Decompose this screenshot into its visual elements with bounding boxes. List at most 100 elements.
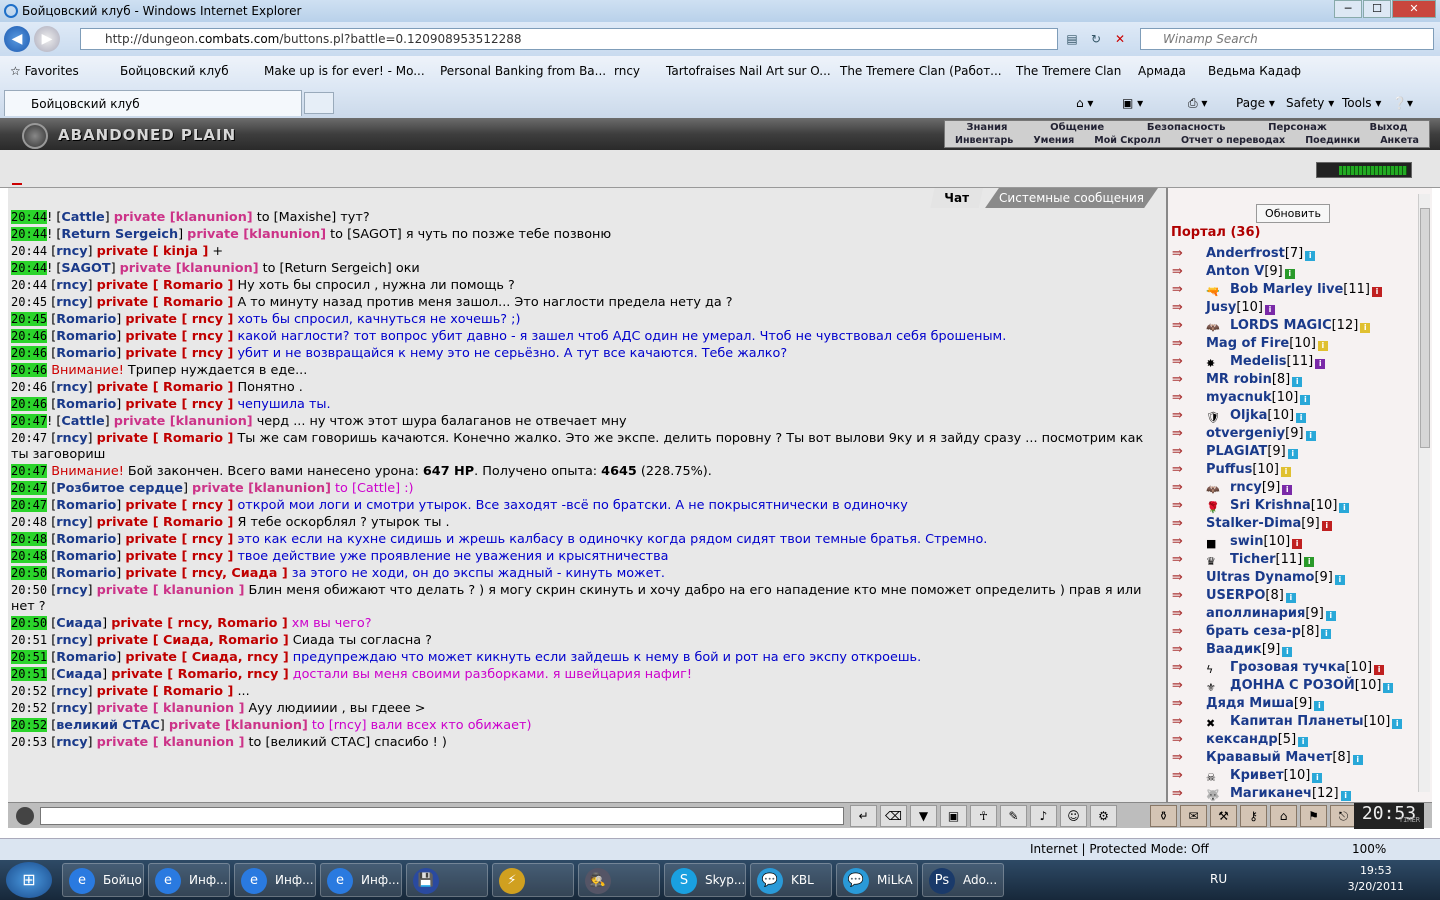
feeds-icon[interactable]: ▣ ▾ [1122, 92, 1143, 114]
message-recipients[interactable]: private [ Romario, rncy ] [111, 667, 288, 682]
message-recipients[interactable]: private [ klanunion ] [97, 583, 245, 598]
message-author[interactable]: Romario [56, 346, 116, 361]
tab-active[interactable]: Бойцовский клуб [4, 90, 302, 116]
user-info-icon[interactable]: i [1298, 737, 1309, 747]
private-message-icon[interactable]: ⇛ [1172, 751, 1196, 765]
user-info-icon[interactable]: i [1383, 683, 1394, 693]
user-name[interactable]: rncy [1230, 480, 1262, 495]
favorites-button[interactable]: ☆ Favorites [10, 64, 79, 78]
message-author[interactable]: rncy [56, 633, 87, 648]
private-message-icon[interactable]: ⇛ [1172, 301, 1196, 315]
menu-transfers[interactable]: Отчет о переводах [1181, 135, 1285, 146]
message-author[interactable]: rncy [56, 684, 87, 699]
private-message-icon[interactable]: ⇛ [1172, 769, 1196, 783]
private-message-icon[interactable]: ⇛ [1172, 697, 1196, 711]
private-message-icon[interactable]: ⇛ [1172, 319, 1196, 333]
taskbar-item[interactable]: e Инф... [148, 863, 230, 897]
message-author[interactable]: Romario [56, 329, 116, 344]
menu-knowledge[interactable]: Знания [966, 122, 1007, 133]
private-message-icon[interactable]: ⇛ [1172, 607, 1196, 621]
menu-character[interactable]: Персонаж [1268, 122, 1327, 133]
save-icon[interactable]: ▣ [940, 805, 967, 827]
message-recipients[interactable]: private [klanunion] [114, 210, 253, 225]
message-time[interactable]: 20:47 [11, 464, 48, 478]
key-icon[interactable]: ⚷ [1240, 805, 1267, 827]
user-info-icon[interactable]: i [1339, 503, 1350, 513]
message-recipients[interactable]: private [ klanunion ] [97, 701, 245, 716]
fav-link-7[interactable]: The Tremere Clan [1016, 64, 1121, 78]
user-info-icon[interactable]: i [1265, 305, 1275, 315]
user-name[interactable]: Anderfrost [1206, 246, 1285, 261]
user-info-icon[interactable]: i [1305, 431, 1316, 441]
message-recipients[interactable]: private [ rncy, Сиада ] [125, 566, 287, 581]
user-name[interactable]: Puffus [1206, 462, 1252, 477]
minimize-button[interactable]: ─ [1334, 0, 1362, 18]
message-author[interactable]: Сиада [56, 616, 102, 631]
flag-icon[interactable]: ⚑ [1300, 805, 1327, 827]
user-info-icon[interactable]: i [1285, 593, 1296, 603]
message-author[interactable]: Romario [56, 549, 116, 564]
fav-link-9[interactable]: Ведьма Кадаф [1208, 64, 1301, 78]
fav-link-4[interactable]: rncy [614, 64, 640, 78]
message-time[interactable]: 20:52 [11, 701, 47, 715]
message-author[interactable]: Romario [56, 650, 116, 665]
user-info-icon[interactable]: i [1287, 449, 1298, 459]
private-message-icon[interactable]: ⇛ [1172, 679, 1196, 693]
private-message-icon[interactable]: ⇛ [1172, 355, 1196, 369]
message-recipients[interactable]: private [klanunion] [187, 227, 326, 242]
private-message-icon[interactable]: ⇛ [1172, 535, 1196, 549]
message-time[interactable]: 20:47 [11, 481, 48, 495]
message-recipients[interactable]: private [ Romario ] [97, 380, 234, 395]
message-recipients[interactable]: private [ klanunion ] [97, 735, 245, 750]
message-time[interactable]: 20:44 [11, 227, 48, 241]
taskbar-item[interactable]: e Бойцо... [62, 863, 144, 897]
user-name[interactable]: Sri Krishna [1230, 498, 1311, 513]
message-author[interactable]: Return Sergeich [61, 227, 178, 242]
message-time[interactable]: 20:46 [11, 329, 48, 343]
user-info-icon[interactable]: i [1321, 629, 1332, 639]
speaker-icon[interactable]: ♪ [1030, 805, 1057, 827]
taskbar-item[interactable]: e Инф... [320, 863, 402, 897]
private-message-icon[interactable]: ⇛ [1172, 571, 1196, 585]
message-time[interactable]: 20:48 [11, 549, 48, 563]
message-recipients[interactable]: private [ rncy, Romario ] [111, 616, 287, 631]
user-name[interactable]: Кривет [1230, 768, 1284, 783]
user-name[interactable]: Ваадик [1206, 642, 1262, 657]
message-time[interactable]: 20:52 [11, 684, 47, 698]
message-time[interactable]: 20:44 [11, 278, 47, 292]
user-info-icon[interactable]: i [1314, 701, 1325, 711]
message-author[interactable]: Cattle [61, 210, 104, 225]
taskbar-item[interactable]: e Инф... [234, 863, 316, 897]
fav-link-3[interactable]: Personal Banking from Ba... [440, 64, 606, 78]
message-author[interactable]: rncy [56, 295, 87, 310]
user-name[interactable]: ДОННА С РОЗОЙ [1230, 678, 1355, 693]
fav-link-1[interactable]: Бойцовский клуб [120, 64, 229, 78]
url-field[interactable]: http://dungeon.combats.com/buttons.pl?ba… [80, 28, 1058, 50]
message-author[interactable]: rncy [56, 244, 87, 259]
message-time[interactable]: 20:47 [11, 498, 48, 512]
message-recipients[interactable]: private [ rncy ] [125, 329, 233, 344]
user-info-icon[interactable]: i [1334, 575, 1345, 585]
message-recipients[interactable]: private [klanunion] [120, 261, 259, 276]
scrollbar-thumb[interactable] [1420, 208, 1430, 448]
user-info-icon[interactable]: i [1392, 719, 1403, 729]
taskbar-item[interactable]: Ps Ado... [922, 863, 1004, 897]
menu-security[interactable]: Безопасность [1147, 122, 1226, 133]
user-info-icon[interactable]: i [1312, 773, 1323, 783]
fav-link-6[interactable]: The Tremere Clan (Работ... [840, 64, 1002, 78]
user-info-icon[interactable]: i [1281, 467, 1291, 477]
user-name[interactable]: PLAGIAT [1206, 444, 1267, 459]
message-recipients[interactable]: private [klanunion] [192, 481, 331, 496]
message-time[interactable]: 20:53 [11, 735, 47, 749]
user-info-icon[interactable]: i [1374, 665, 1385, 675]
refresh-button[interactable]: Обновить [1256, 204, 1330, 223]
smiley-icon[interactable] [16, 807, 34, 825]
user-info-icon[interactable]: i [1360, 323, 1371, 333]
message-time[interactable]: 20:51 [11, 650, 48, 664]
exit-icon[interactable]: ⎋ [1330, 805, 1357, 827]
message-author[interactable]: rncy [56, 583, 87, 598]
chat-input[interactable] [40, 807, 844, 825]
message-recipients[interactable]: private [ rncy ] [125, 346, 233, 361]
user-name[interactable]: Ultras Dynamo [1206, 570, 1314, 585]
taskbar-item[interactable]: ⚡ [492, 863, 574, 897]
